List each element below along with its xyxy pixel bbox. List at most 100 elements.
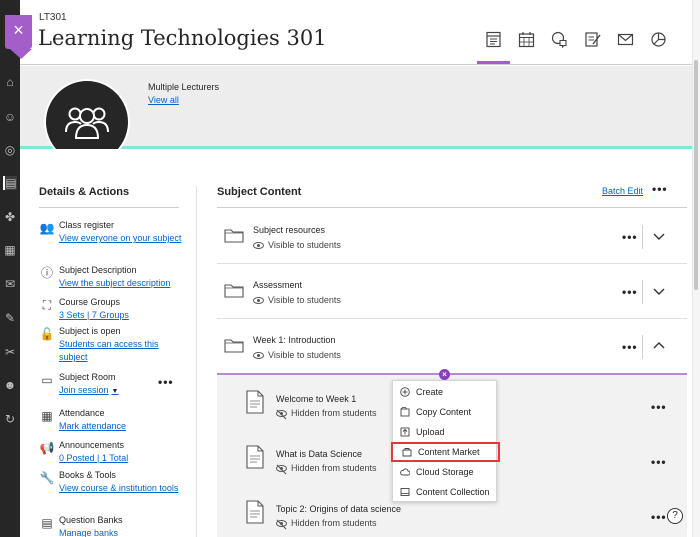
item-title[interactable]: Topic 2: Origins of data science <box>276 504 401 514</box>
document-icon <box>246 390 264 414</box>
row-divider <box>642 280 643 304</box>
menu-item-copy-content[interactable]: Copy Content <box>393 402 498 422</box>
tools-icon[interactable]: ✂ <box>3 345 17 359</box>
menu-item-create[interactable]: Create <box>393 382 498 402</box>
close-add-menu-icon[interactable]: × <box>439 369 450 380</box>
globe-icon[interactable]: ◎ <box>3 143 17 157</box>
books-tools-link[interactable]: View course & institution tools <box>59 482 189 495</box>
tab-discussions[interactable] <box>543 28 576 64</box>
profile-icon[interactable]: ☺ <box>3 110 17 124</box>
class-register-link[interactable]: View everyone on your subject <box>59 232 189 245</box>
folder-more-button[interactable]: ••• <box>622 230 638 244</box>
calendar-icon[interactable]: ▦ <box>3 243 17 257</box>
folder-title[interactable]: Subject resources <box>253 225 325 235</box>
folder-row[interactable]: Subject resources Visible to students ••… <box>217 210 687 264</box>
course-title: Learning Technologies 301 <box>38 26 327 50</box>
folder-more-button[interactable]: ••• <box>622 340 638 354</box>
visibility-label: Hidden from students <box>291 408 377 418</box>
lock-open-icon: 🔓 <box>39 327 55 341</box>
folder-title[interactable]: Week 1: Introduction <box>253 335 335 345</box>
visibility-status[interactable]: Visible to students <box>253 240 341 250</box>
subject-content-divider <box>217 207 687 208</box>
visibility-status[interactable]: Visible to students <box>253 350 341 360</box>
analytics-icon <box>651 32 666 47</box>
subject-room-more-button[interactable]: ••• <box>158 375 174 389</box>
details-divider <box>39 207 179 208</box>
grades-icon[interactable]: ✎ <box>3 311 17 325</box>
tab-messages[interactable] <box>609 28 642 64</box>
question-banks-title: Question Banks <box>59 515 123 525</box>
gradebook-icon <box>585 32 601 47</box>
scrollbar-thumb[interactable] <box>694 60 698 290</box>
document-icon <box>246 445 264 469</box>
menu-item-content-market[interactable]: Content Market <box>391 442 500 462</box>
subject-description-link[interactable]: View the subject description <box>59 277 189 290</box>
chevron-down-icon[interactable] <box>652 284 666 298</box>
tab-analytics[interactable] <box>642 28 675 64</box>
visibility-label: Visible to students <box>268 295 341 305</box>
item-more-button[interactable]: ••• <box>651 400 667 414</box>
content-more-button[interactable]: ••• <box>652 182 668 196</box>
tab-content[interactable] <box>477 28 510 64</box>
visibility-status[interactable]: Visible to students <box>253 295 341 305</box>
discussions-icon <box>551 31 567 48</box>
folder-row-expanded[interactable]: Week 1: Introduction Visible to students… <box>217 320 687 374</box>
wrench-icon: 🔧 <box>39 471 55 485</box>
courses-icon[interactable]: ▤ <box>3 176 17 190</box>
visibility-status[interactable]: Hidden from students <box>276 518 377 528</box>
row-divider <box>642 225 643 249</box>
item-title[interactable]: Welcome to Week 1 <box>276 394 356 404</box>
course-groups-link[interactable]: 3 Sets | 7 Groups <box>59 309 189 322</box>
menu-item-label: Content Market <box>418 447 480 457</box>
visibility-status[interactable]: Hidden from students <box>276 408 377 418</box>
item-more-button[interactable]: ••• <box>651 510 667 524</box>
menu-item-label: Content Collection <box>416 487 490 497</box>
folder-icon <box>224 229 244 243</box>
view-all-link[interactable]: View all <box>148 95 179 105</box>
user-icon[interactable]: ☻ <box>3 378 17 392</box>
sign-out-icon[interactable]: ↻ <box>3 412 17 426</box>
calendar-icon <box>518 32 535 48</box>
menu-item-cloud-storage[interactable]: Cloud Storage <box>393 462 498 482</box>
messages-icon[interactable]: ✉ <box>3 277 17 291</box>
visibility-label: Hidden from students <box>291 518 377 528</box>
eye-slash-icon <box>276 520 287 528</box>
tab-calendar[interactable] <box>510 28 543 64</box>
batch-edit-link[interactable]: Batch Edit <box>602 186 643 196</box>
close-icon: × <box>13 20 24 40</box>
question-bank-icon: ▤ <box>41 516 53 530</box>
video-icon: ▭ <box>41 373 53 387</box>
document-icon <box>246 500 264 524</box>
chevron-down-icon[interactable] <box>652 229 666 243</box>
question-banks-link[interactable]: Manage banks <box>59 527 189 537</box>
attendance-link[interactable]: Mark attendance <box>59 420 189 433</box>
item-title[interactable]: What is Data Science <box>276 449 362 459</box>
tab-gradebook[interactable] <box>576 28 609 64</box>
close-course-button[interactable]: × <box>5 15 32 59</box>
institution-icon[interactable]: ⌂ <box>3 75 17 89</box>
help-button[interactable]: ? <box>667 508 683 524</box>
menu-item-upload[interactable]: Upload <box>393 422 498 442</box>
subject-open-title: Subject is open <box>59 326 121 336</box>
eye-icon <box>253 242 264 250</box>
add-content-line[interactable] <box>217 373 687 375</box>
visibility-label: Visible to students <box>268 240 341 250</box>
copy-icon <box>400 407 410 417</box>
folder-title[interactable]: Assessment <box>253 280 302 290</box>
course-code: LT301 <box>39 12 67 23</box>
folder-row[interactable]: Assessment Visible to students ••• <box>217 265 687 319</box>
announcements-link[interactable]: 0 Posted | 1 Total <box>59 452 189 465</box>
visibility-status[interactable]: Hidden from students <box>276 463 377 473</box>
people-icon: 👥 <box>39 221 55 235</box>
menu-item-content-collection[interactable]: Content Collection <box>393 482 498 502</box>
organizations-icon[interactable]: ✤ <box>3 210 17 224</box>
subject-open-link[interactable]: Students can access this subject <box>59 338 189 364</box>
chevron-up-icon[interactable] <box>652 339 666 353</box>
folder-more-button[interactable]: ••• <box>622 285 638 299</box>
lecturers-label: Multiple Lecturers <box>148 82 220 92</box>
folder-open-icon <box>224 339 244 353</box>
eye-slash-icon <box>276 465 287 473</box>
eye-slash-icon <box>276 410 287 418</box>
item-more-button[interactable]: ••• <box>651 455 667 469</box>
details-actions-title: Details & Actions <box>39 186 130 198</box>
